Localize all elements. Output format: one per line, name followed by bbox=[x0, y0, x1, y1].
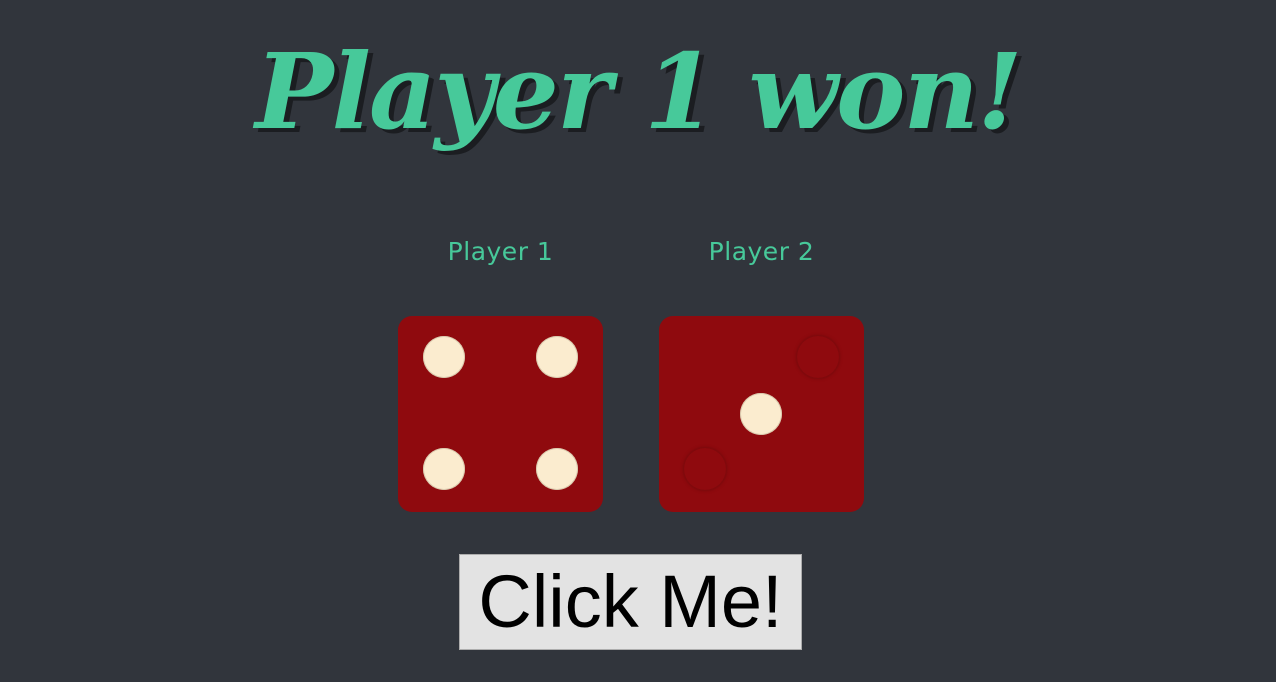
die-pip bbox=[536, 336, 578, 378]
player-1-die bbox=[398, 316, 603, 512]
player-1-label: Player 1 bbox=[447, 237, 554, 266]
player-2-die bbox=[659, 316, 864, 512]
die-pip-faint bbox=[797, 336, 839, 378]
die-pip bbox=[423, 336, 465, 378]
player-1-panel: Player 1 bbox=[398, 232, 603, 512]
player-2-panel: Player 2 bbox=[659, 232, 864, 512]
die-pip-faint bbox=[684, 448, 726, 490]
die-pip bbox=[423, 448, 465, 490]
player-2-label: Player 2 bbox=[708, 237, 815, 266]
die-pip bbox=[536, 448, 578, 490]
die-pip bbox=[740, 393, 782, 435]
result-title: Player 1 won! bbox=[255, 30, 1022, 153]
roll-dice-button[interactable]: Click Me! bbox=[459, 554, 802, 650]
